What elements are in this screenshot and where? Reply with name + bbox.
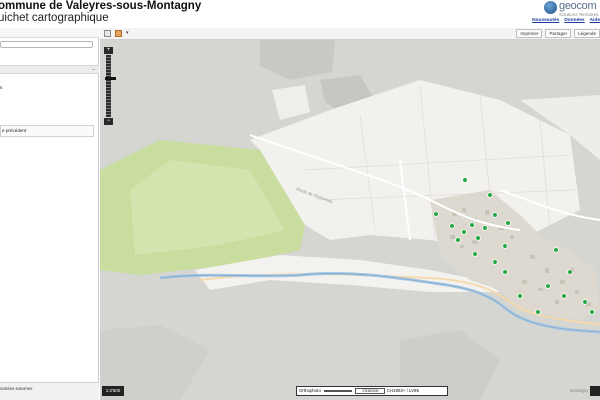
header-nav: Nouveautés Données Aide <box>532 18 600 23</box>
poi-marker <box>553 247 559 253</box>
map-toolbar: ▾ Imprimer Partager Légende <box>100 28 600 40</box>
layers-header[interactable]: – <box>0 65 99 74</box>
poi-marker <box>502 243 508 249</box>
poi-marker <box>517 293 523 299</box>
poi-marker <box>505 220 511 226</box>
toolbar-icons: ▾ <box>104 30 129 37</box>
poi-marker <box>582 299 588 305</box>
poi-marker <box>433 211 439 217</box>
nav-link-news[interactable]: Nouveautés <box>532 18 559 23</box>
poi-marker <box>461 229 467 235</box>
collapse-icon[interactable]: – <box>92 67 95 73</box>
app-header: ommune de Valeyres-sous-Montagny uichet … <box>0 0 600 28</box>
poi-marker <box>535 309 541 315</box>
scale-box[interactable]: 1:2'500 <box>102 386 124 396</box>
poi-marker <box>567 269 573 275</box>
poi-marker <box>589 309 595 315</box>
poi-marker <box>492 212 498 218</box>
logo-tagline: Solutions Territoires <box>559 12 599 17</box>
poi-marker <box>561 293 567 299</box>
share-button[interactable]: Partager <box>545 29 572 38</box>
nav-link-data[interactable]: Données <box>564 18 584 23</box>
poi-marker <box>475 235 481 241</box>
print-button[interactable]: Imprimer <box>516 29 543 38</box>
search-input[interactable] <box>0 41 93 48</box>
external-data-section[interactable]: onnées externes <box>0 382 99 400</box>
poi-marker <box>462 177 468 183</box>
legend-button[interactable]: Légende <box>574 29 600 38</box>
zoom-control: + − <box>104 47 116 125</box>
coordinate-field[interactable]: 2'538'000 <box>355 387 386 394</box>
toolbar-actions: Imprimer Partager Légende <box>516 29 600 38</box>
poi-marker <box>492 259 498 265</box>
logo-text: geocom <box>559 0 597 12</box>
map-tiles: Route de Chavornay Montagny <box>100 40 600 400</box>
poi-marker <box>469 222 475 228</box>
globe-icon <box>544 1 557 14</box>
poi-marker <box>455 237 461 243</box>
projection-label: CH1903+ / LV95 <box>386 388 419 393</box>
basemap-opacity-control: Orthophoto 2'538'000 CH1903+ / LV95 <box>296 386 448 396</box>
nav-link-help[interactable]: Aide <box>590 18 600 23</box>
list-icon[interactable] <box>104 30 111 37</box>
zoom-slider[interactable] <box>105 55 116 117</box>
zoom-in-button[interactable]: + <box>104 47 113 54</box>
poi-marker <box>482 225 488 231</box>
poi-marker <box>487 192 493 198</box>
map-canvas[interactable]: Route de Chavornay Montagny + − 1:2'500 … <box>100 40 600 400</box>
overview-toggle-button[interactable] <box>590 386 600 396</box>
previous-extent-item[interactable]: e précédent <box>0 125 94 137</box>
chevron-down-icon[interactable]: ▾ <box>126 30 129 37</box>
layer-group-item[interactable]: s <box>0 84 99 92</box>
poi-marker <box>472 251 478 257</box>
poi-marker <box>449 223 455 229</box>
opacity-slider[interactable] <box>324 389 353 392</box>
zoom-slider-handle[interactable] <box>105 77 116 80</box>
page-title: ommune de Valeyres-sous-Montagny <box>0 0 202 12</box>
poi-marker <box>545 283 551 289</box>
zoom-out-button[interactable]: − <box>104 118 113 125</box>
page-subtitle: uichet cartographique <box>0 12 109 24</box>
side-panel: – s e précédent onnées externes <box>0 28 99 400</box>
layers-icon[interactable] <box>115 30 122 37</box>
side-panel-header <box>0 28 99 38</box>
poi-marker <box>502 269 508 275</box>
place-label: Montagny <box>570 388 589 393</box>
basemap-label: Orthophoto <box>299 388 321 393</box>
